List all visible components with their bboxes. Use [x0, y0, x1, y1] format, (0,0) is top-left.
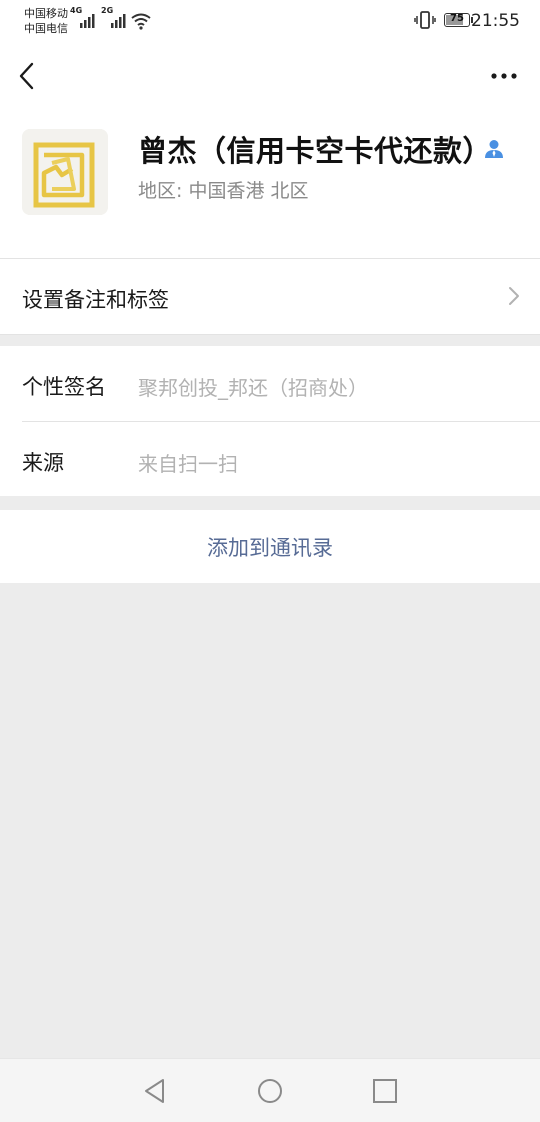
avatar[interactable]	[22, 129, 108, 215]
carrier-2: 中国电信	[24, 22, 68, 35]
carrier-1: 中国移动	[24, 7, 68, 20]
system-back-button[interactable]	[139, 1075, 171, 1107]
region-text: 地区: 中国香港 北区	[138, 180, 309, 202]
divider	[22, 421, 540, 422]
system-nav-bar	[0, 1058, 540, 1122]
battery-icon: 75	[444, 13, 473, 27]
signature-value: 聚邦创投_邦还（招商处）	[138, 376, 368, 400]
more-icon	[491, 73, 517, 79]
chevron-right-icon	[509, 287, 519, 305]
square-recents-icon	[373, 1079, 397, 1103]
set-remark-row[interactable]: 设置备注和标签	[0, 259, 540, 334]
triangle-back-icon	[145, 1079, 164, 1103]
status-bar: 中国移动 中国电信 4G 2G 75 21:55	[0, 0, 540, 44]
add-to-contacts-button[interactable]: 添加到通讯录	[0, 510, 540, 583]
circle-home-icon	[258, 1079, 282, 1103]
carrier-labels: 中国移动 中国电信	[24, 6, 68, 36]
signal-icon-1: 4G	[70, 6, 96, 34]
wifi-icon	[131, 13, 151, 30]
system-home-button[interactable]	[254, 1075, 286, 1107]
network-type-1: 4G	[70, 6, 83, 15]
network-type-2: 2G	[101, 6, 114, 15]
signature-label: 个性签名	[22, 375, 106, 399]
source-label: 来源	[22, 451, 64, 475]
action-section: 添加到通讯录	[0, 510, 540, 583]
nav-bar	[0, 44, 540, 108]
vibrate-icon	[414, 11, 436, 29]
display-name: 曾杰（信用卡空卡代还款）	[138, 134, 493, 168]
back-button[interactable]	[12, 58, 48, 94]
source-value: 来自扫一扫	[138, 452, 238, 476]
chevron-left-icon	[19, 62, 34, 90]
battery-level: 75	[450, 13, 464, 24]
info-section: 个性签名 聚邦创投_邦还（招商处） 来源 来自扫一扫	[0, 346, 540, 496]
signal-icon-2: 2G	[101, 6, 127, 34]
profile-header: 曾杰（信用卡空卡代还款） 地区: 中国香港 北区	[0, 108, 540, 258]
contact-badge-icon	[485, 140, 503, 158]
divider	[0, 334, 540, 335]
system-recents-button[interactable]	[369, 1075, 401, 1107]
set-remark-label: 设置备注和标签	[22, 288, 169, 312]
avatar-logo	[22, 129, 108, 215]
clock: 21:55	[471, 11, 520, 31]
more-button[interactable]	[486, 62, 522, 90]
